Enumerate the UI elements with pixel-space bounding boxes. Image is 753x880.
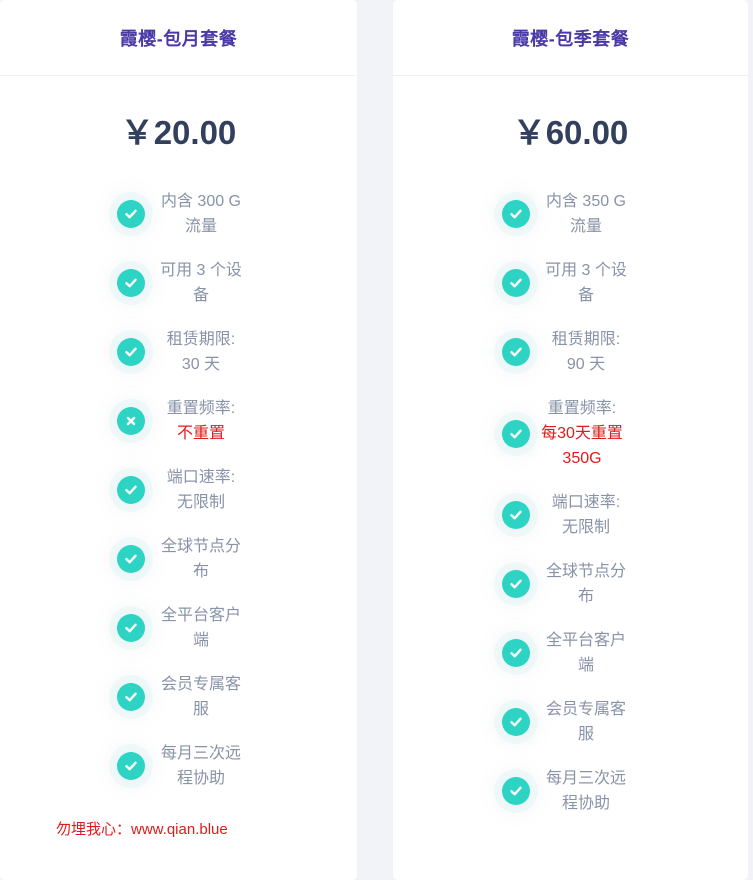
feature-line: 每月三次远 — [160, 745, 241, 762]
check-icon — [117, 752, 145, 780]
check-icon — [502, 269, 530, 297]
plan-title: 霞樱-包月套餐 — [119, 28, 238, 49]
feature-line: 全平台客户 — [160, 607, 241, 624]
feature-line: 端口速率: — [166, 469, 236, 486]
check-icon — [502, 419, 530, 448]
feature-item: 每月三次远 程协助 — [100, 741, 260, 791]
feature-line: 端 — [192, 632, 209, 649]
check-icon — [502, 200, 530, 228]
feature-line: 可用 3 个设 — [160, 262, 242, 279]
feature-item: 全平台客户端 — [100, 603, 260, 653]
feature-line: 租赁期限: — [551, 331, 621, 348]
feature-line: 备 — [192, 287, 209, 304]
feature-line: 端口速率: — [551, 494, 621, 511]
feature-item: 会员专属客服 — [485, 697, 645, 747]
feature-line: 重置频率: — [547, 400, 617, 417]
feature-line: 会员专属客 — [545, 701, 626, 718]
plan-price: ￥60.00 — [512, 114, 629, 151]
feature-line-highlight: 不重置 — [176, 425, 225, 442]
feature-item: 内含 300 G 流量 — [100, 189, 260, 239]
feature-line: 程协助 — [176, 770, 225, 787]
feature-line: 服 — [577, 726, 594, 743]
feature-item: 内含 350 G 流量 — [485, 189, 645, 239]
feature-item: 会员专属客服 — [100, 672, 260, 722]
card-header: 霞樱-包月套餐 — [0, 0, 357, 76]
feature-item: 全球节点分布 — [100, 534, 260, 584]
feature-line: 无限制 — [176, 494, 225, 511]
check-icon — [502, 338, 530, 366]
check-icon — [502, 501, 530, 529]
feature-line: 可用 3 个设 — [545, 262, 627, 279]
check-icon — [117, 614, 145, 642]
feature-line: 备 — [577, 287, 594, 304]
feature-item: 可用 3 个设备 — [100, 258, 260, 308]
feature-line: 全平台客户 — [545, 632, 626, 649]
check-icon — [502, 570, 530, 598]
check-icon — [117, 338, 145, 366]
feature-line-highlight: 每30天重置 — [541, 425, 623, 442]
feature-line: 端 — [577, 657, 594, 674]
check-icon — [117, 683, 145, 711]
card-header: 霞樱-包季套餐 — [393, 0, 748, 76]
feature-line: 服 — [192, 701, 209, 718]
feature-line: 布 — [192, 563, 209, 580]
feature-item: 重置频率: 不重置 — [100, 396, 260, 446]
close-icon — [117, 407, 145, 435]
feature-item: 全球节点分布 — [485, 559, 645, 609]
feature-line: 布 — [577, 588, 594, 605]
check-icon — [117, 200, 145, 228]
feature-item: 全平台客户端 — [485, 628, 645, 678]
feature-line: 无限制 — [561, 519, 610, 536]
plan-title: 霞樱-包季套餐 — [511, 28, 630, 49]
feature-line: 重置频率: — [166, 400, 236, 417]
feature-line: 内含 350 G — [545, 193, 627, 210]
feature-line: 流量 — [569, 218, 602, 235]
feature-line-highlight: 350G — [562, 450, 602, 467]
footer-link[interactable]: 勿埋我心：www.qian.blue — [56, 818, 228, 839]
feature-item: 端口速率: 无限制 — [485, 490, 645, 540]
feature-item: 租赁期限: 30 天 — [100, 327, 260, 377]
check-icon — [117, 476, 145, 504]
feature-item: 可用 3 个设备 — [485, 258, 645, 308]
feature-line: 每月三次远 — [545, 770, 626, 787]
feature-item: 每月三次远 程协助 — [485, 766, 645, 816]
feature-line: 流量 — [184, 218, 217, 235]
feature-item: 端口速率: 无限制 — [100, 465, 260, 515]
plan-card-quarterly: 霞樱-包季套餐 ￥60.00 内含 350 G 流量 可用 3 个设备 租赁期限:… — [393, 0, 748, 880]
feature-line: 程协助 — [561, 795, 610, 812]
check-icon — [502, 639, 530, 667]
feature-line: 内含 300 G — [160, 193, 242, 210]
feature-line: 30 天 — [181, 356, 221, 373]
feature-line: 会员专属客 — [160, 676, 241, 693]
plan-price: ￥20.00 — [120, 114, 237, 151]
feature-line: 全球节点分 — [160, 538, 241, 555]
feature-line: 租赁期限: — [166, 331, 236, 348]
check-icon — [117, 545, 145, 573]
plan-card-monthly: 霞樱-包月套餐 ￥20.00 内含 300 G 流量 可用 3 个设备 租赁期限:… — [0, 0, 357, 880]
feature-item: 重置频率: 每30天重置 350G — [485, 396, 665, 471]
feature-item: 租赁期限: 90 天 — [485, 327, 645, 377]
check-icon — [117, 269, 145, 297]
check-icon — [502, 708, 530, 736]
feature-line: 90 天 — [566, 356, 606, 373]
feature-line: 全球节点分 — [545, 563, 626, 580]
check-icon — [502, 777, 530, 805]
